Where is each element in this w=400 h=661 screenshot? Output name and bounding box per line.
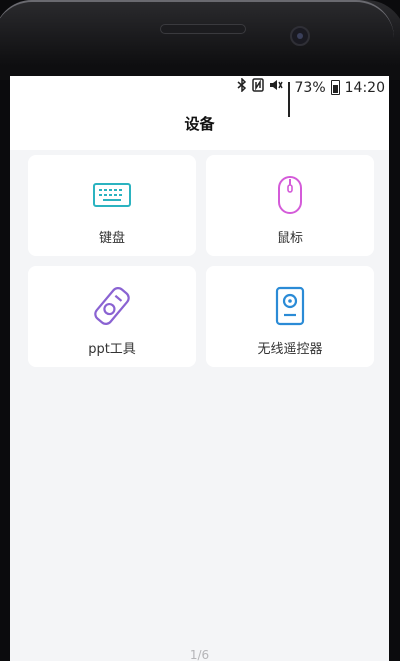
device-card-keyboard[interactable]: 键盘 (28, 155, 196, 256)
battery-percent: 73% (294, 79, 326, 96)
app-screen: 73% 14:20 设备 键盘 鼠标 ppt工具 无线遥控器 1/6 (10, 76, 389, 661)
phone-edge-right (389, 80, 400, 661)
status-bar: 73% 14:20 (10, 76, 389, 117)
front-camera (290, 26, 310, 46)
signal-icon (287, 81, 290, 117)
device-card-ppt[interactable]: ppt工具 (28, 266, 196, 367)
device-label: 鼠标 (276, 231, 303, 246)
bluetooth-icon (237, 77, 247, 97)
phone-edge-left (0, 80, 10, 661)
page-indicator: 1/6 (189, 648, 210, 661)
page-header: 设备 (10, 100, 389, 150)
device-card-remote[interactable]: 无线遥控器 (206, 266, 374, 367)
device-label: 无线遥控器 (257, 342, 323, 357)
nfc-icon (251, 78, 264, 97)
device-label: ppt工具 (88, 342, 136, 357)
device-label: 键盘 (98, 231, 125, 246)
page-title: 设备 (184, 115, 215, 133)
earpiece-speaker (160, 24, 246, 34)
mouse-icon (268, 173, 312, 217)
remote-icon (268, 284, 312, 328)
mute-icon (269, 78, 283, 97)
device-card-mouse[interactable]: 鼠标 (206, 155, 374, 256)
status-time: 14:20 (344, 79, 385, 96)
device-grid: 键盘 鼠标 ppt工具 无线遥控器 (28, 155, 374, 367)
keyboard-icon (90, 173, 134, 217)
battery-icon (330, 80, 340, 95)
presenter-icon (90, 284, 134, 328)
